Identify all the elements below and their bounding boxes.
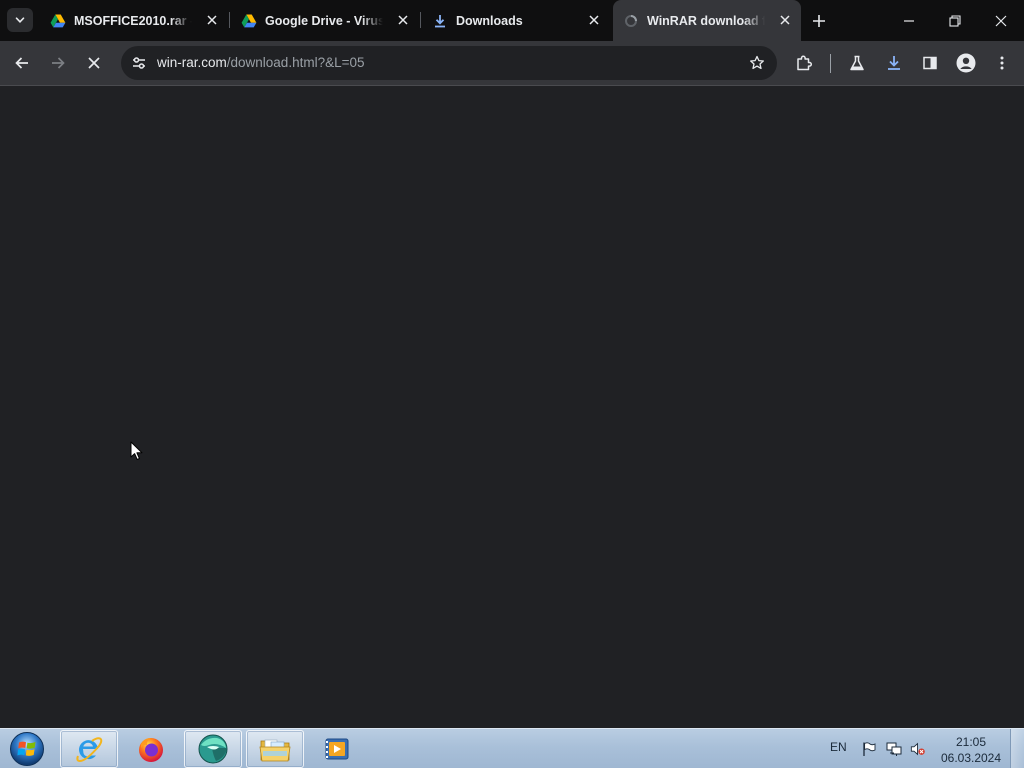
speaker-muted-icon[interactable] xyxy=(910,741,926,757)
labs-button[interactable] xyxy=(843,49,871,77)
download-icon xyxy=(432,13,448,29)
language-indicator[interactable]: EN xyxy=(830,740,847,754)
internet-explorer-icon xyxy=(76,737,103,763)
forward-button[interactable] xyxy=(44,49,72,77)
url-host: win-rar.com xyxy=(157,55,227,70)
close-icon xyxy=(88,57,100,69)
chrome-icon xyxy=(198,734,228,764)
toolbar-separator xyxy=(830,54,831,73)
bookmark-star-icon[interactable] xyxy=(747,53,767,73)
tab-msoffice[interactable]: MSOFFICE2010.rar - Google Drive xyxy=(40,0,228,41)
kebab-menu-icon xyxy=(1000,56,1004,70)
tab-winrar[interactable]: WinRAR download free xyxy=(613,0,801,41)
stop-loading-button[interactable] xyxy=(80,49,108,77)
tab-close-icon[interactable] xyxy=(586,12,602,28)
loading-icon xyxy=(623,13,639,29)
url-path: /download.html?&L=05 xyxy=(226,55,365,70)
tab-close-icon[interactable] xyxy=(204,12,220,28)
back-button[interactable] xyxy=(8,49,36,77)
mouse-pointer-icon xyxy=(130,441,143,460)
media-player-icon xyxy=(325,738,349,760)
address-bar[interactable]: win-rar.com/download.html?&L=05 xyxy=(121,46,777,80)
menu-button[interactable] xyxy=(988,49,1016,77)
clock-date: 06.03.2024 xyxy=(940,751,1002,765)
new-tab-button[interactable] xyxy=(808,10,830,32)
tab-strip: MSOFFICE2010.rar - Google Drive Google D… xyxy=(0,0,1024,41)
arrow-right-icon xyxy=(52,57,65,69)
taskbar-internet-explorer[interactable] xyxy=(60,730,118,768)
tab-title: WinRAR download free xyxy=(647,13,765,28)
extensions-button[interactable] xyxy=(790,49,818,77)
system-clock[interactable]: 21:05 06.03.2024 xyxy=(934,734,1008,766)
action-center-flag-icon[interactable] xyxy=(861,741,877,757)
minimize-button[interactable] xyxy=(886,0,932,41)
tab-virus-warning[interactable]: Google Drive - Virus scan warning xyxy=(231,0,419,41)
tab-title: Google Drive - Virus scan warning xyxy=(265,13,383,28)
firefox-icon xyxy=(139,738,163,762)
avatar-icon xyxy=(956,53,976,73)
chevron-down-icon xyxy=(15,17,25,23)
taskbar-chrome[interactable] xyxy=(184,730,242,768)
start-button[interactable] xyxy=(5,730,49,768)
download-icon xyxy=(888,56,900,70)
google-drive-icon xyxy=(241,13,257,29)
browser-toolbar: win-rar.com/download.html?&L=05 xyxy=(0,41,1024,86)
tab-separator xyxy=(420,12,421,28)
arrow-left-icon xyxy=(15,57,28,69)
taskbar-windows-explorer[interactable] xyxy=(246,730,304,768)
page-content xyxy=(0,87,1024,728)
taskbar-firefox[interactable] xyxy=(122,730,180,768)
close-icon xyxy=(995,15,1007,26)
tab-title: Downloads xyxy=(456,13,523,28)
minimize-icon xyxy=(904,19,914,22)
puzzle-icon xyxy=(797,55,813,71)
url-text[interactable]: win-rar.com/download.html?&L=05 xyxy=(157,55,365,70)
close-window-button[interactable] xyxy=(978,0,1024,41)
tab-close-icon[interactable] xyxy=(777,12,793,28)
restore-icon xyxy=(949,14,961,27)
site-info-icon[interactable] xyxy=(129,53,149,73)
network-icon[interactable] xyxy=(886,741,902,757)
restore-button[interactable] xyxy=(932,0,978,41)
tab-close-icon[interactable] xyxy=(395,12,411,28)
taskbar-media-player[interactable] xyxy=(308,730,366,768)
tab-separator xyxy=(229,12,230,28)
downloads-button[interactable] xyxy=(880,49,908,77)
folder-icon xyxy=(259,739,291,762)
flask-icon xyxy=(850,55,864,71)
clock-time: 21:05 xyxy=(955,735,987,749)
tab-downloads[interactable]: Downloads xyxy=(422,0,610,41)
google-drive-icon xyxy=(50,13,66,29)
profile-button[interactable] xyxy=(952,49,980,77)
side-panel-icon xyxy=(923,56,937,70)
plus-icon xyxy=(813,15,825,27)
show-desktop-button[interactable] xyxy=(1010,729,1024,768)
side-panel-button[interactable] xyxy=(916,49,944,77)
tab-search-button[interactable] xyxy=(7,8,33,32)
tab-title: MSOFFICE2010.rar - Google Drive xyxy=(74,13,192,28)
taskbar: EN 21:05 06.03.2024 xyxy=(0,728,1024,768)
windows-orb-icon xyxy=(10,732,44,766)
